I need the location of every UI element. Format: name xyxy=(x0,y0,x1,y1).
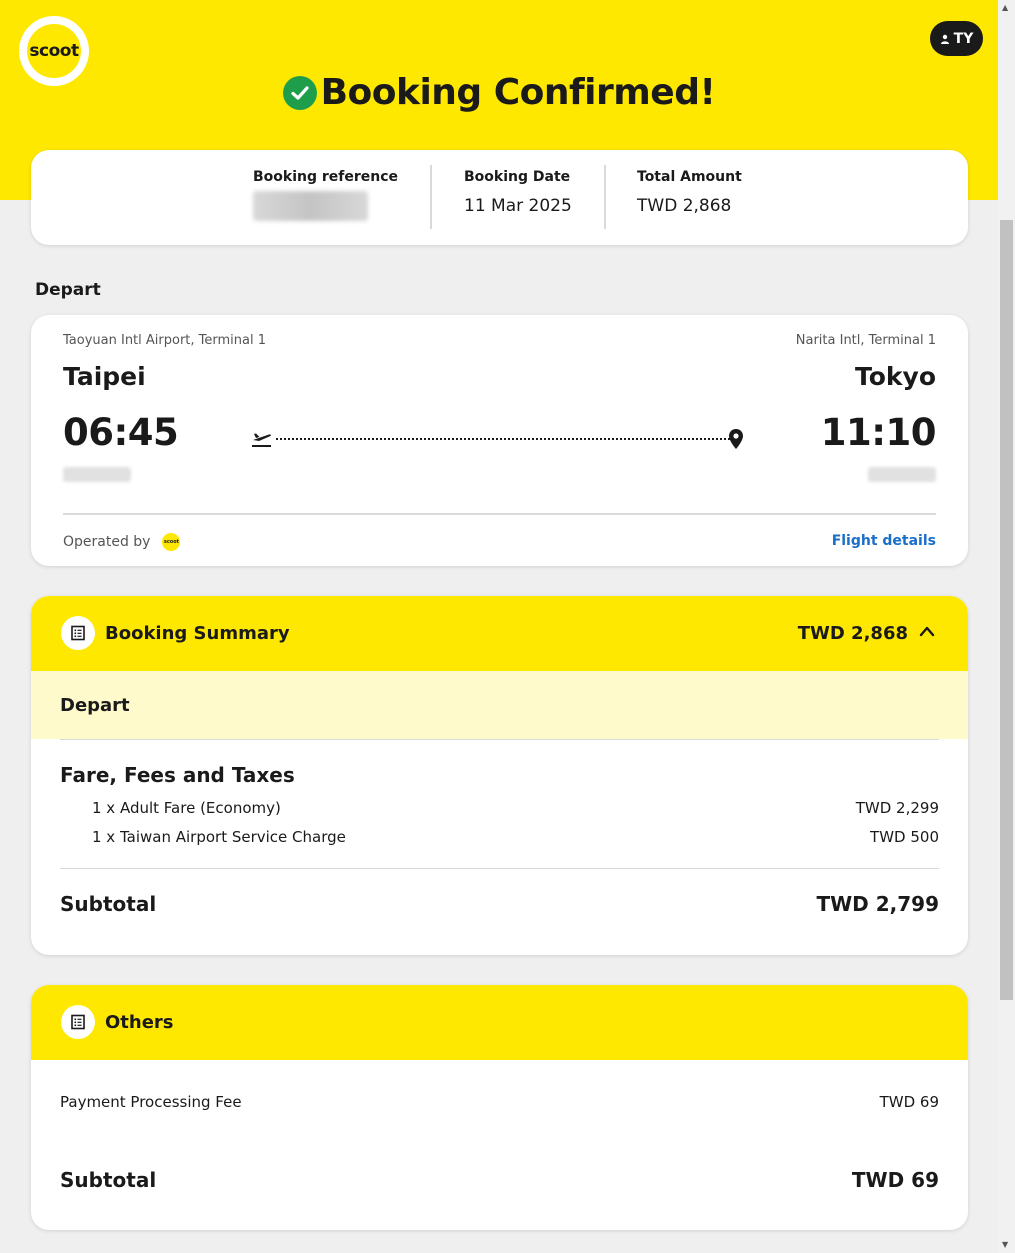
operated-by-label: Operated by xyxy=(63,534,151,550)
booking-reference-label: Booking reference xyxy=(253,169,399,185)
others-header[interactable]: Others xyxy=(31,985,968,1060)
destination-airport: Narita Intl, Terminal 1 xyxy=(795,333,936,348)
logo-text: scoot xyxy=(27,24,81,78)
subtotal-value: TWD 69 xyxy=(851,1168,939,1192)
arrival-date-redacted xyxy=(868,467,936,482)
page: scoot TY Booking Confirmed! Booking refe… xyxy=(0,0,998,1253)
depart-section-label: Depart xyxy=(35,280,101,300)
scrollbar[interactable]: ▲ ▼ xyxy=(998,0,1015,1253)
line-item-amount: TWD 500 xyxy=(870,828,939,846)
flight-details-link[interactable]: Flight details xyxy=(832,533,936,549)
booking-date: Booking Date 11 Mar 2025 xyxy=(464,169,572,216)
divider xyxy=(60,739,939,740)
total-amount-label: Total Amount xyxy=(637,169,742,185)
chevron-up-icon[interactable] xyxy=(919,625,935,637)
departure-time: 06:45 xyxy=(63,411,179,454)
booking-info-card: Booking reference Booking Date 11 Mar 20… xyxy=(31,150,968,245)
line-item-label: Payment Processing Fee xyxy=(60,1093,242,1111)
user-menu-button[interactable]: TY xyxy=(930,21,983,56)
destination-city: Tokyo xyxy=(854,362,936,391)
confirmation-title: Booking Confirmed! xyxy=(0,72,998,113)
booking-summary-total: TWD 2,868 xyxy=(797,623,908,644)
operator-logo: scoot xyxy=(162,533,181,551)
user-icon xyxy=(940,34,949,44)
origin-airport: Taoyuan Intl Airport, Terminal 1 xyxy=(63,333,266,348)
scroll-down-arrow-icon[interactable]: ▼ xyxy=(1002,1240,1008,1249)
others-subtotal: Subtotal TWD 69 xyxy=(60,1168,939,1192)
divider xyxy=(604,165,606,229)
subtotal-value: TWD 2,799 xyxy=(816,892,939,916)
origin-date-redacted xyxy=(63,467,131,482)
fare-fees-taxes-title: Fare, Fees and Taxes xyxy=(60,763,295,787)
scroll-up-arrow-icon[interactable]: ▲ xyxy=(1002,3,1008,12)
subtotal-label: Subtotal xyxy=(60,1168,157,1192)
line-item-amount: TWD 2,299 xyxy=(855,799,939,817)
route-dotted-line xyxy=(276,438,730,440)
booking-summary-card: Booking Summary TWD 2,868 Depart Fare, F… xyxy=(31,596,968,955)
others-card: Others Payment Processing Fee TWD 69 Sub… xyxy=(31,985,968,1230)
subtotal-label: Subtotal xyxy=(60,892,157,916)
check-circle-icon xyxy=(282,75,317,110)
line-item: 1 x Taiwan Airport Service Charge TWD 50… xyxy=(92,828,939,846)
depart-subheader-label: Depart xyxy=(60,695,130,716)
booking-summary-title: Booking Summary xyxy=(105,623,290,644)
booking-date-label: Booking Date xyxy=(464,169,571,185)
line-item-label: 1 x Taiwan Airport Service Charge xyxy=(92,828,346,846)
line-item-label: 1 x Adult Fare (Economy) xyxy=(92,799,281,817)
receipt-icon xyxy=(61,616,95,650)
booking-reference: Booking reference xyxy=(253,169,398,221)
divider xyxy=(430,165,432,229)
divider xyxy=(60,868,939,869)
booking-date-value: 11 Mar 2025 xyxy=(464,196,572,216)
page-title: Booking Confirmed! xyxy=(320,72,716,113)
summary-subtotal: Subtotal TWD 2,799 xyxy=(60,892,939,916)
location-pin-icon xyxy=(729,429,743,449)
line-item: 1 x Adult Fare (Economy) TWD 2,299 xyxy=(92,799,939,817)
others-title: Others xyxy=(105,1012,174,1033)
flight-route xyxy=(251,428,744,450)
receipt-icon xyxy=(61,1005,95,1039)
total-amount: Total Amount TWD 2,868 xyxy=(637,169,742,216)
booking-summary-header[interactable]: Booking Summary TWD 2,868 xyxy=(31,596,968,671)
line-item-amount: TWD 69 xyxy=(879,1093,939,1111)
booking-reference-value-redacted xyxy=(253,191,368,221)
depart-subheader: Depart xyxy=(31,671,968,739)
user-initials: TY xyxy=(953,30,974,47)
total-amount-value: TWD 2,868 xyxy=(637,196,732,216)
flight-card: Taoyuan Intl Airport, Terminal 1 Narita … xyxy=(31,315,968,566)
origin-city: Taipei xyxy=(63,362,146,391)
plane-takeoff-icon xyxy=(252,433,271,447)
divider xyxy=(63,513,936,515)
operated-by: Operated by scoot xyxy=(63,533,181,551)
arrival-time: 11:10 xyxy=(820,411,937,454)
line-item: Payment Processing Fee TWD 69 xyxy=(60,1093,939,1111)
scrollbar-thumb[interactable] xyxy=(1000,220,1013,1000)
